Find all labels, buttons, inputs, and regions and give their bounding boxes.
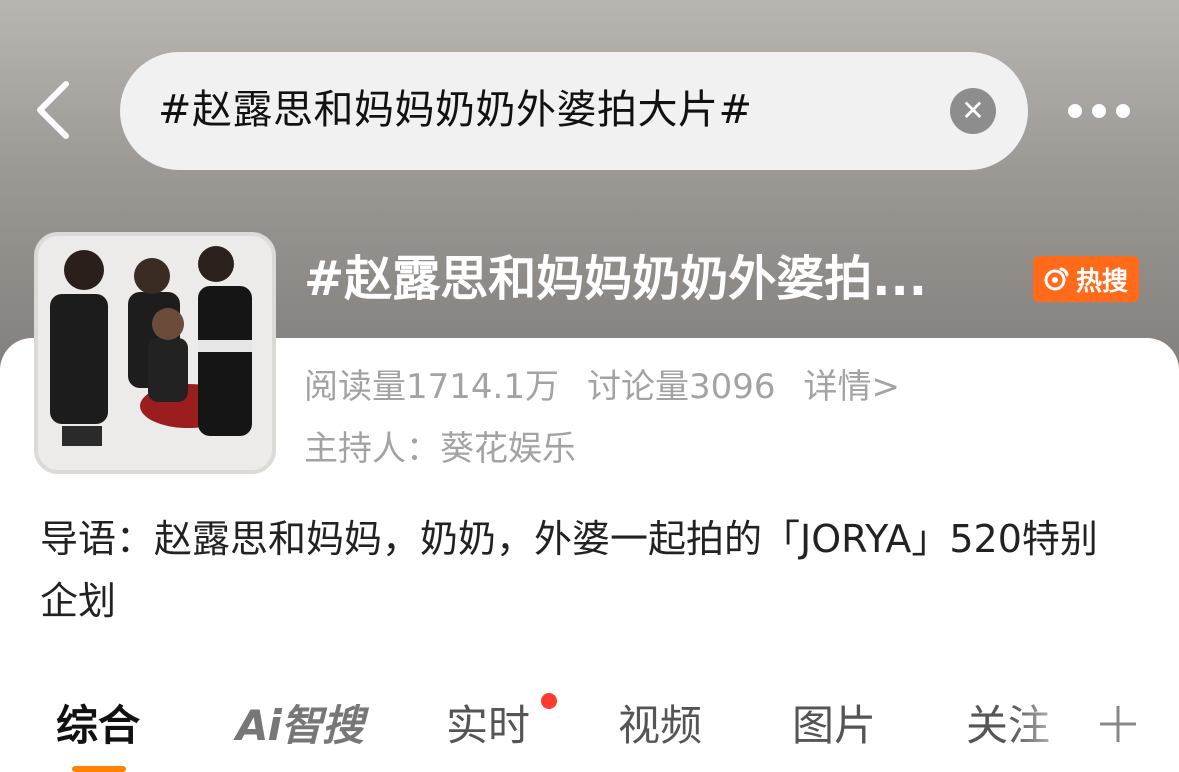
read-count: 阅读量1714.1万 [304,367,559,407]
search-input[interactable]: #赵露思和妈妈奶奶外婆拍大片# [158,80,753,140]
more-dot [1092,104,1106,118]
tab-bar: 综合 Ai智搜 实时 视频 图片 关注 [0,686,1179,772]
tab-images[interactable]: 图片 [792,698,876,754]
topic-thumbnail[interactable] [34,232,276,474]
tab-overflow-fade [1010,690,1100,760]
tab-comprehensive[interactable]: 综合 [56,698,140,754]
search-bar[interactable]: #赵露思和妈妈奶奶外婆拍大片# ✕ [120,52,1028,170]
details-link[interactable]: 详情> [804,367,901,407]
topic-intro: 导语：赵露思和妈妈，奶奶，外婆一起拍的「JORYA」520特别企划 [40,517,1098,623]
discussion-count: 讨论量3096 [586,367,776,407]
tab-ai-search[interactable]: Ai智搜 [236,698,364,754]
add-tab-icon[interactable] [1098,704,1138,744]
more-icon[interactable] [1068,98,1138,124]
topic-host: 主持人：葵花娱乐 [304,429,576,469]
more-dot [1116,104,1130,118]
hot-badge-label: 热搜 [1075,266,1128,297]
tab-video[interactable]: 视频 [618,698,702,754]
family-photo-image [38,236,272,470]
new-dot-indicator [541,693,557,709]
hot-search-badge: 热搜 [1033,256,1139,302]
topic-stats: 阅读量1714.1万 讨论量3096 详情> [304,362,928,412]
tab-realtime[interactable]: 实时 [446,698,530,754]
more-dot [1068,104,1082,118]
topic-title: #赵露思和妈妈奶奶外婆拍... [304,251,927,307]
active-tab-indicator [72,766,126,772]
close-icon[interactable]: ✕ [950,88,996,134]
back-icon[interactable] [30,78,80,142]
weibo-hot-icon [1044,267,1069,291]
